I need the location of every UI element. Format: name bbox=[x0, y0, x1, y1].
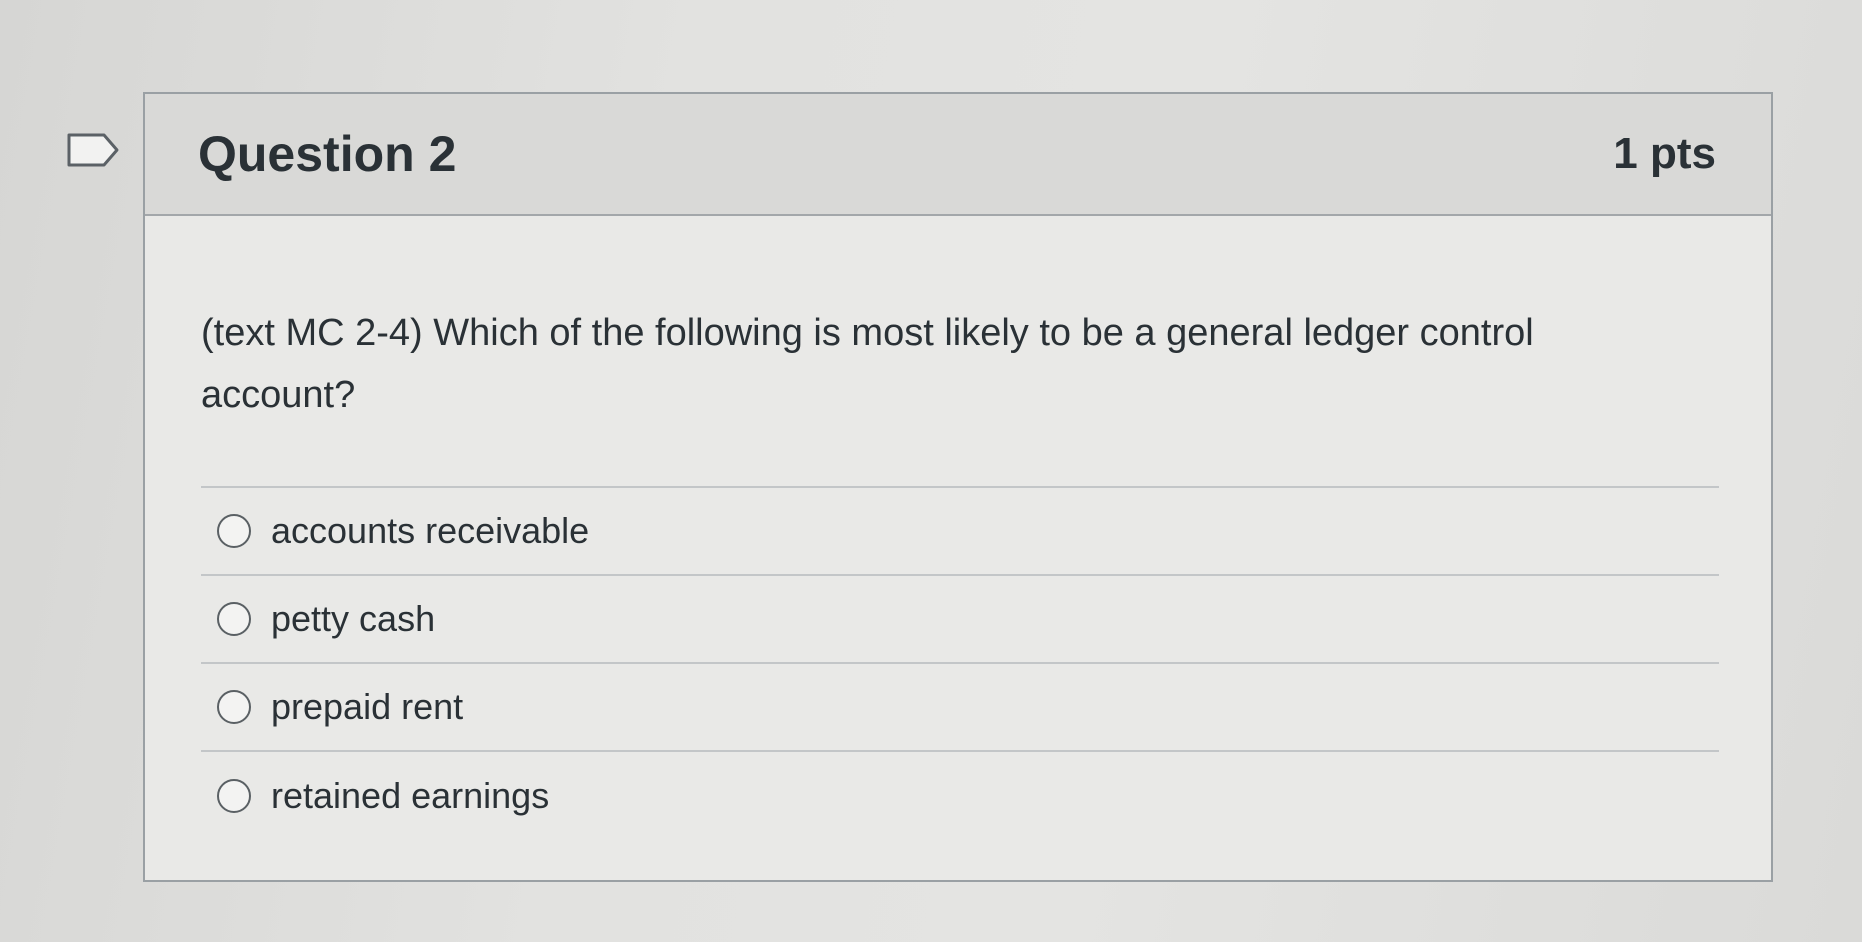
question-card: Question 2 1 pts (text MC 2-4) Which of … bbox=[143, 92, 1773, 882]
answer-label[interactable]: retained earnings bbox=[271, 775, 549, 817]
answer-option[interactable]: accounts receivable bbox=[201, 488, 1719, 576]
answer-option[interactable]: retained earnings bbox=[201, 752, 1719, 840]
question-points: 1 pts bbox=[1613, 129, 1716, 178]
answer-list: accounts receivable petty cash prepaid r… bbox=[201, 486, 1719, 840]
answer-label[interactable]: prepaid rent bbox=[271, 686, 463, 728]
question-title: Question 2 bbox=[198, 126, 457, 182]
flag-question-icon[interactable] bbox=[66, 132, 120, 168]
question-body: (text MC 2-4) Which of the following is … bbox=[145, 302, 1771, 840]
radio-button[interactable] bbox=[217, 779, 251, 813]
question-header: Question 2 1 pts bbox=[145, 94, 1771, 216]
radio-button[interactable] bbox=[217, 514, 251, 548]
answer-label[interactable]: accounts receivable bbox=[271, 510, 589, 552]
answer-option[interactable]: petty cash bbox=[201, 576, 1719, 664]
answer-label[interactable]: petty cash bbox=[271, 598, 435, 640]
radio-button[interactable] bbox=[217, 690, 251, 724]
question-text-container: (text MC 2-4) Which of the following is … bbox=[201, 302, 1661, 426]
answer-option[interactable]: prepaid rent bbox=[201, 664, 1719, 752]
question-text: (text MC 2-4) Which of the following is … bbox=[201, 312, 1534, 416]
radio-button[interactable] bbox=[217, 602, 251, 636]
